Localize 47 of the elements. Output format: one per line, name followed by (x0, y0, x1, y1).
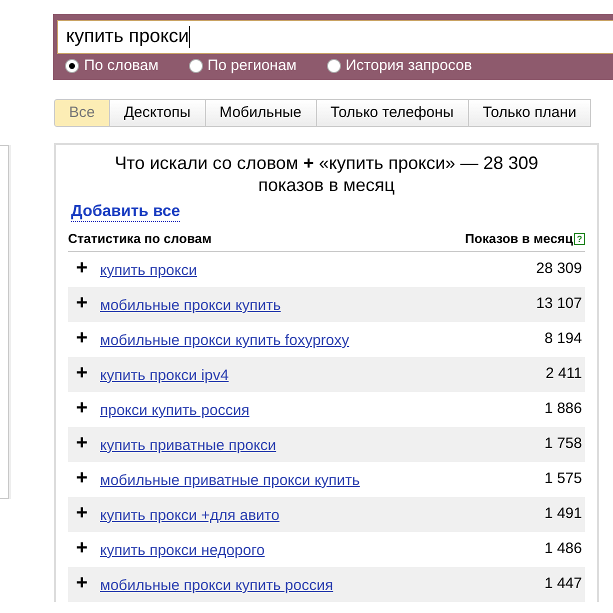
tab[interactable]: Мобильные (206, 99, 316, 127)
count-cell-text: 8 194 (544, 330, 583, 347)
add-button[interactable]: + (76, 400, 100, 416)
phrase-link[interactable]: мобильные прокси купить foxyproxy (100, 332, 350, 349)
phrase-link[interactable]: купить приватные прокси (100, 437, 276, 454)
tab[interactable]: Десктопы (110, 99, 206, 127)
phrase-link[interactable]: мобильные приватные прокси купить (100, 472, 360, 489)
phrase-link[interactable]: купить прокси (100, 262, 198, 279)
phrase-link[interactable]: купить прокси недорого (100, 542, 265, 559)
count-cell-text: 1 575 (544, 470, 583, 487)
add-button[interactable]: + (76, 330, 100, 346)
add-button[interactable]: + (76, 470, 100, 486)
phrase-link[interactable]: мобильные прокси купить (100, 297, 281, 314)
count-cell-text: 1 886 (544, 400, 583, 417)
count-cell-text: 1 758 (544, 435, 583, 452)
add-button[interactable]: + (76, 295, 100, 311)
results-title: Что искали со словом + «купить прокси» — 28 309 показов в месяц (114, 152, 540, 196)
column-header: Показов в месяц (465, 231, 573, 246)
tab[interactable]: Только плани (468, 99, 592, 127)
tab[interactable]: Все (54, 99, 110, 127)
phrase-link[interactable]: прокси купить россия (100, 402, 250, 419)
phrase-link[interactable]: мобильные прокси купить россия (100, 577, 334, 594)
count-cell-text: 1 486 (544, 540, 583, 557)
help-icon[interactable]: ? (574, 232, 585, 244)
count-cell-text: 1 447 (544, 575, 583, 592)
add-button[interactable]: + (76, 260, 100, 276)
radio-button[interactable] (188, 58, 203, 72)
radio-label[interactable]: По регионам (208, 57, 297, 74)
tab[interactable]: Только телефоны (316, 99, 469, 127)
column-header: Статистика по словам (68, 231, 212, 246)
add-button[interactable]: + (76, 575, 100, 591)
count-cell-text: 2 411 (546, 365, 583, 382)
count-cell-text: 13 107 (536, 295, 583, 312)
count-cell-text: 28 309 (536, 260, 583, 277)
add-button[interactable]: + (76, 435, 100, 451)
add-button[interactable]: + (76, 505, 100, 521)
add-button[interactable]: + (76, 365, 100, 381)
radio-label[interactable]: История запросов (346, 57, 472, 74)
radio-button[interactable] (65, 58, 79, 72)
count-cell-text: 1 491 (544, 505, 583, 522)
add-button[interactable]: + (76, 540, 100, 556)
radio-button[interactable] (326, 58, 341, 72)
phrase-link[interactable]: купить прокси ipv4 (100, 367, 229, 384)
radio-label[interactable]: По словам (84, 57, 159, 74)
phrase-link[interactable]: купить прокси +для авито (100, 507, 280, 524)
search-field[interactable]: купить прокси (57, 20, 613, 54)
add-all-link[interactable]: Добавить все (71, 203, 180, 222)
